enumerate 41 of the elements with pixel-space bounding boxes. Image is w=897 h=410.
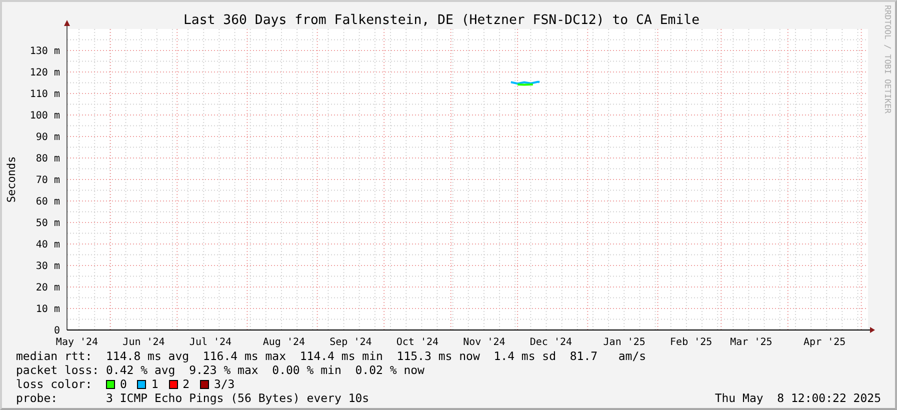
- x-tick-label: Jun '24: [122, 337, 165, 348]
- y-tick-label: 50 m: [36, 218, 60, 229]
- y-tick-label: 100 m: [30, 110, 60, 122]
- y-tick-label: 80 m: [36, 154, 60, 164]
- x-tick-label: Nov '24: [463, 337, 506, 348]
- legend-value: 3 ICMP Echo Pings (56 Bytes) every 10s: [106, 391, 370, 405]
- x-tick-label: Apr '25: [804, 337, 846, 348]
- x-tick-label: May '24: [56, 337, 98, 348]
- y-tick-label: 30 m: [36, 261, 60, 272]
- swatch-label: 1: [151, 377, 158, 391]
- x-tick-label: Sep '24: [330, 337, 372, 348]
- y-tick-label: 130 m: [30, 46, 60, 57]
- y-tick-label: 20 m: [36, 282, 60, 294]
- y-tick-label: 40 m: [36, 240, 60, 250]
- y-tick-label: 90 m: [36, 132, 60, 143]
- legend-label: loss color:: [16, 377, 94, 391]
- x-tick-label: Aug '24: [262, 337, 306, 348]
- y-axis-label: Seconds: [5, 156, 18, 203]
- y-tick-label: 10 m: [36, 304, 60, 315]
- credit-text: RRDTOOL / TOBI OETIKER: [883, 4, 893, 116]
- legend-value: 114.8 ms avg 116.4 ms max 114.4 ms min 115.3 ms now 1.4 ms sd 81.7 am/s: [106, 349, 646, 363]
- y-tick-label: 60 m: [36, 196, 60, 208]
- swatch-label: 2: [182, 377, 190, 391]
- x-tick-label: Jul '24: [189, 337, 232, 348]
- y-tick-label: 120 m: [30, 68, 60, 78]
- x-tick-label: Dec '24: [530, 337, 572, 348]
- legend-label: median rtt:: [16, 349, 94, 363]
- x-tick-label: Feb '25: [670, 337, 712, 348]
- legend-value: 0.42 % avg 9.23 % max 0.00 % min 0.02 % now: [106, 363, 424, 377]
- y-tick-label: 110 m: [30, 89, 60, 100]
- x-tick-label: Oct '24: [396, 337, 439, 348]
- y-tick-label: 70 m: [36, 175, 60, 186]
- swatch-label: 3/3: [214, 377, 235, 391]
- legend-label: probe:: [16, 391, 59, 405]
- x-tick-label: Jan '25: [603, 337, 646, 348]
- timestamp: Thu May 8 12:00:22 2025: [714, 391, 881, 405]
- swatch-label: 0: [120, 377, 127, 391]
- y-tick-label: 0: [54, 326, 60, 336]
- chart-title: Last 360 Days from Falkenstein, DE (Hetzner FSN-DC12) to CA Emile: [182, 12, 701, 28]
- x-tick-label: Mar '25: [730, 337, 772, 348]
- legend-label: packet loss:: [16, 363, 100, 377]
